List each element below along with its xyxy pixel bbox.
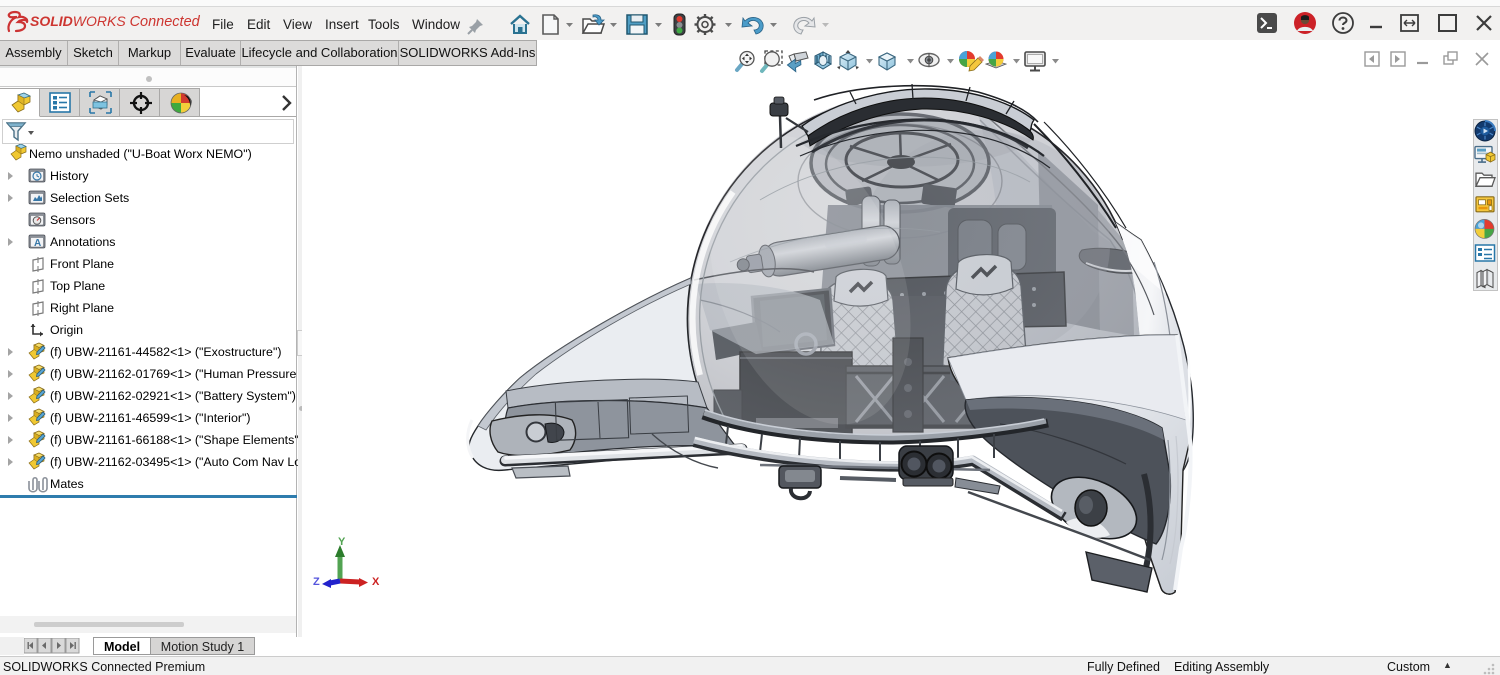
svg-text:A: A: [34, 238, 41, 249]
